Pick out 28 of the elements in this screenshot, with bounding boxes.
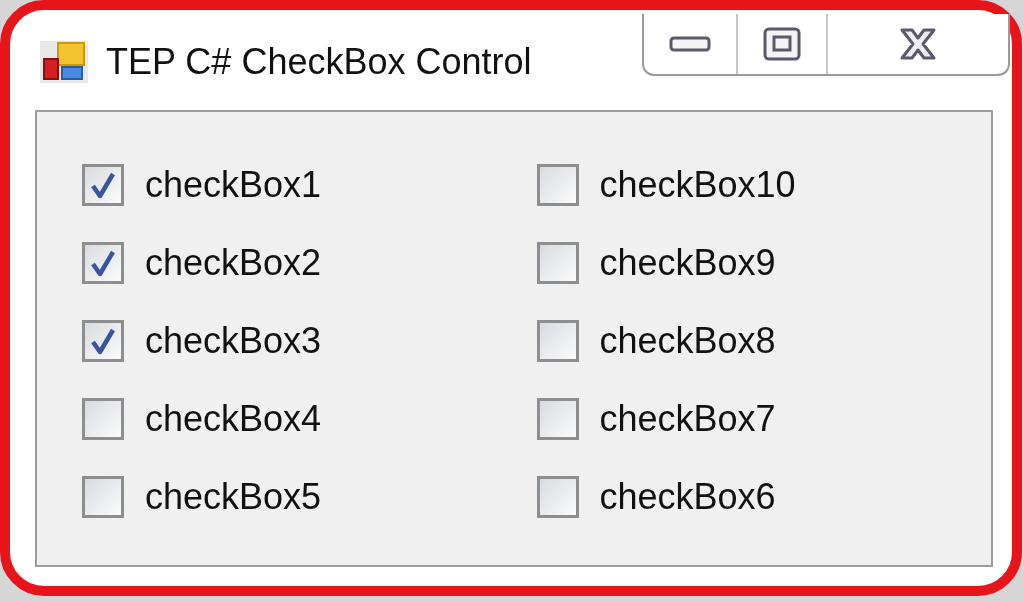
checkbox-label[interactable]: checkBox9: [599, 241, 776, 285]
checkbox[interactable]: [82, 476, 124, 518]
checkbox-label[interactable]: checkBox7: [599, 397, 776, 441]
checkbox[interactable]: [82, 242, 124, 284]
checkbox-label[interactable]: checkBox1: [145, 163, 322, 207]
checkmark-icon: [90, 327, 116, 355]
checkmark-icon: [90, 249, 116, 277]
maximize-icon: [763, 27, 801, 61]
close-icon: [898, 27, 938, 61]
checkbox[interactable]: [82, 164, 124, 206]
checkbox[interactable]: [82, 398, 124, 440]
checkmark-icon: [90, 171, 116, 199]
checkbox-label[interactable]: checkBox5: [145, 475, 322, 519]
checkbox-label[interactable]: checkBox2: [145, 241, 322, 285]
minimize-icon: [669, 36, 711, 52]
checkbox-label[interactable]: checkBox4: [145, 397, 322, 441]
app-icon: [40, 41, 88, 83]
checkbox[interactable]: [82, 320, 124, 362]
checkbox[interactable]: [536, 398, 579, 440]
checkbox-label[interactable]: checkBox8: [599, 319, 776, 363]
checkbox[interactable]: [536, 476, 579, 518]
checkbox[interactable]: [536, 320, 579, 362]
checkbox[interactable]: [536, 164, 579, 206]
checkbox-label[interactable]: checkBox10: [599, 163, 796, 207]
checkbox-label[interactable]: checkBox3: [145, 319, 322, 363]
window-title: TEP C# CheckBox Control: [106, 40, 532, 84]
checkbox[interactable]: [536, 242, 579, 284]
checkbox-label[interactable]: checkBox6: [599, 475, 776, 519]
